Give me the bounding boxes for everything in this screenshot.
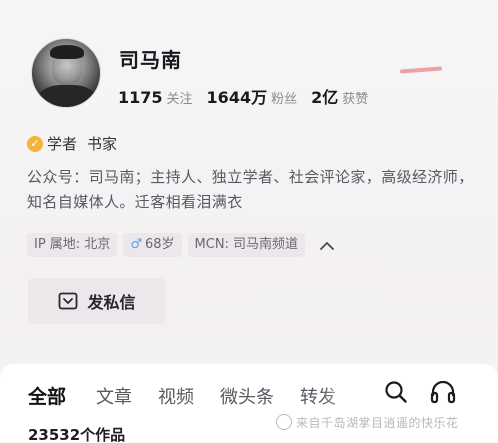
avatar-body <box>38 85 96 107</box>
send-message-label: 发私信 <box>87 293 136 312</box>
works-count: 23532个作品 <box>28 426 126 443</box>
message-icon <box>59 292 78 310</box>
verification-line: ✓ 学者 书家 <box>27 133 117 154</box>
avatar-hair <box>50 45 84 59</box>
watermark-text: 来自千岛湖掌目逍遥的快乐花 <box>296 416 459 430</box>
profile-page: 司马南 1175 关注 1644万 粉丝 2亿 获赞 ✓ 学者 书家 公众号：司… <box>0 0 498 443</box>
followers-label[interactable]: 粉丝 <box>271 88 297 107</box>
tabs-fade <box>320 364 380 404</box>
decorative-mark <box>399 66 443 74</box>
age-tag: ♂ 68岁 <box>123 233 182 257</box>
mcn-tag[interactable]: MCN: 司马南频道 <box>187 233 306 257</box>
avatar[interactable] <box>31 38 101 108</box>
send-message-button[interactable]: 发私信 <box>28 278 166 324</box>
ip-location-tag: IP 属地: 北京 <box>27 233 118 257</box>
tab-videos[interactable]: 视频 <box>158 383 194 409</box>
age-label: 68岁 <box>144 237 175 252</box>
profile-stats: 1175 关注 1644万 粉丝 2亿 获赞 <box>118 84 382 108</box>
tab-actions <box>384 380 456 404</box>
headphones-icon[interactable] <box>430 380 456 404</box>
following-label[interactable]: 关注 <box>167 88 193 107</box>
tab-all[interactable]: 全部 <box>28 382 66 409</box>
following-count[interactable]: 1175 <box>118 88 163 107</box>
search-icon[interactable] <box>384 380 408 404</box>
verify-title-2: 书家 <box>87 135 118 153</box>
followers-count[interactable]: 1644万 <box>207 84 268 108</box>
tab-articles[interactable]: 文章 <box>96 383 132 409</box>
verify-title-1: 学者 <box>47 135 78 153</box>
tab-micro-posts[interactable]: 微头条 <box>220 383 274 409</box>
likes-count: 2亿 <box>311 88 339 107</box>
male-icon: ♂ <box>130 237 142 252</box>
profile-tags: IP 属地: 北京 ♂ 68岁 MCN: 司马南频道 <box>27 233 339 257</box>
content-tabs: 全部 文章 视频 微头条 转发 <box>28 382 362 409</box>
profile-name: 司马南 <box>119 48 182 72</box>
likes-label: 获赞 <box>342 92 369 107</box>
watermark-logo-icon <box>276 414 292 430</box>
verified-badge-icon: ✓ <box>27 135 43 152</box>
chevron-up-icon[interactable] <box>315 233 339 257</box>
profile-bio: 公众号：司马南；主持人、独立学者、社会评论家，高级经济师，知名自媒体人。迁客相看… <box>27 168 474 211</box>
